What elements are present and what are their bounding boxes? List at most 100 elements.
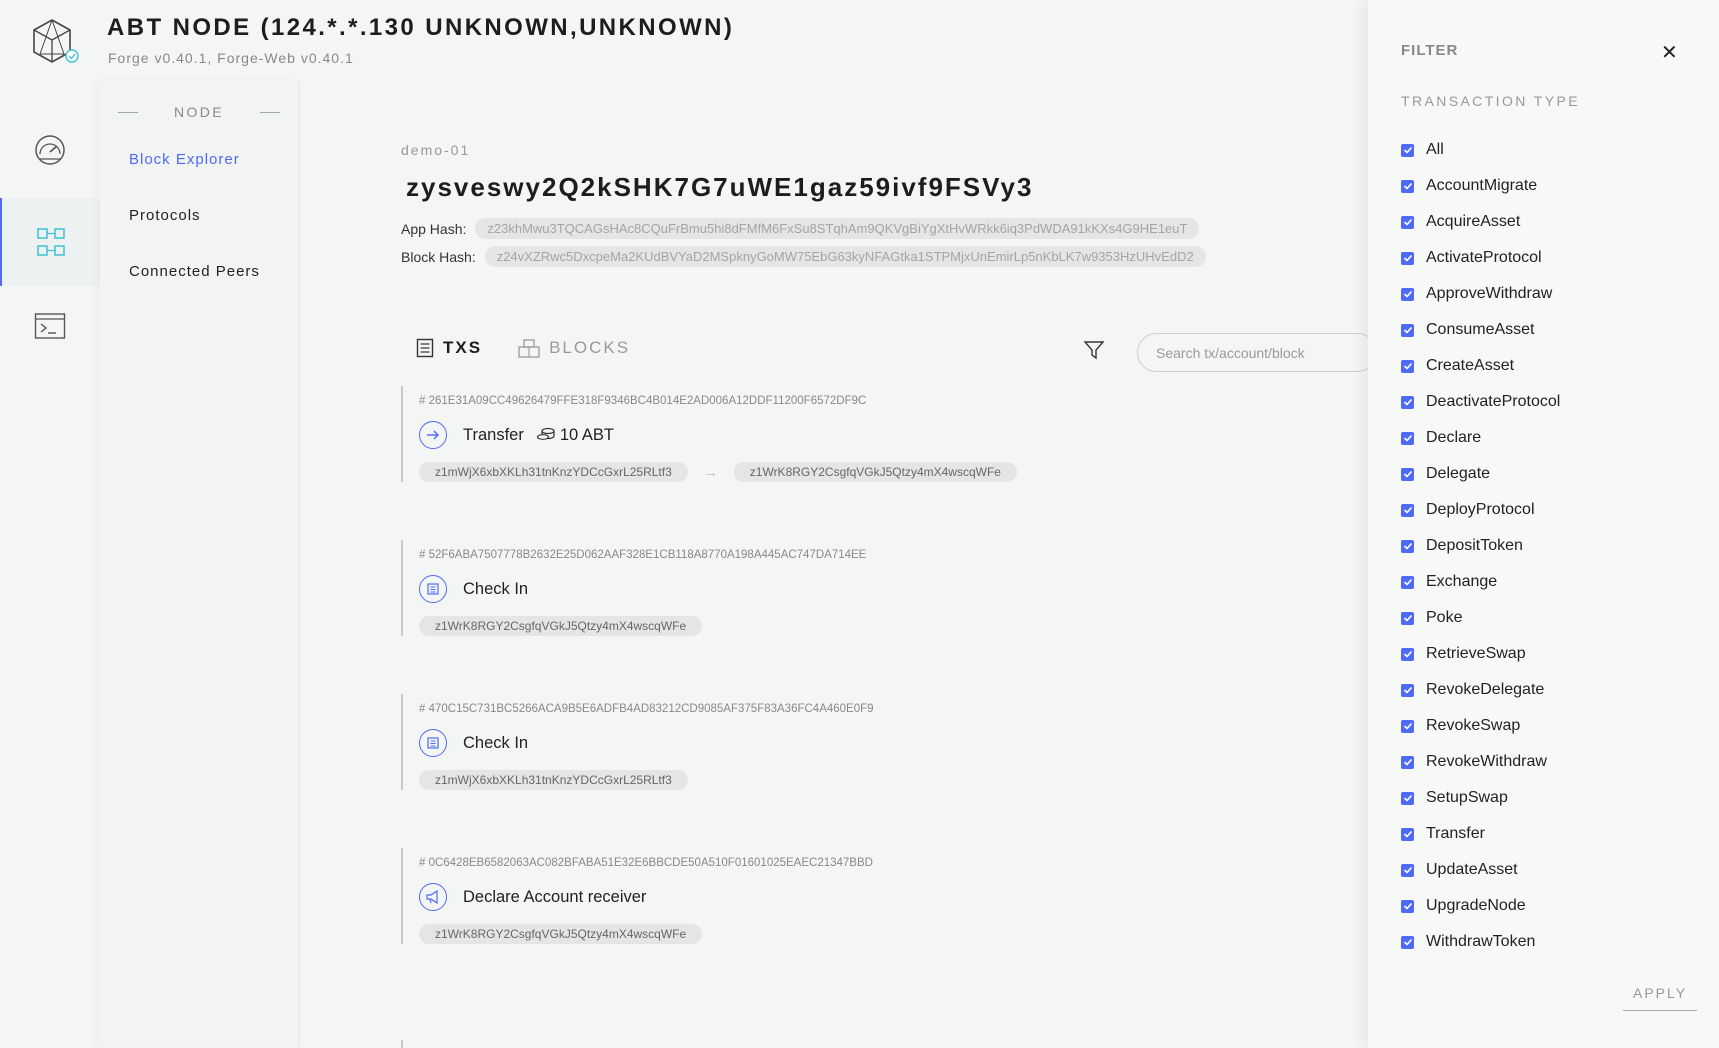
sidebar-item-protocols[interactable]: Protocols: [129, 207, 201, 224]
checkbox[interactable]: [1401, 935, 1414, 949]
filter-option-revokeswap[interactable]: RevokeSwap: [1401, 717, 1520, 735]
tx-from-address[interactable]: z1WrK8RGY2CsgfqVGkJ5Qtzy4mX4wscqWFe: [419, 924, 703, 944]
list-item[interactable]: # 0C6428EB6582063AC082BFABA51E32E6BBCDE5…: [401, 848, 1321, 944]
tx-type: Declare Account receiver: [463, 887, 647, 906]
checkbox[interactable]: [1401, 647, 1414, 661]
checkin-icon: [419, 575, 447, 603]
sidebar-item-block-explorer[interactable]: Block Explorer: [129, 151, 240, 168]
filter-option-label: DepositToken: [1426, 537, 1523, 554]
filter-option-retrieveswap[interactable]: RetrieveSwap: [1401, 645, 1526, 663]
checkbox[interactable]: [1401, 467, 1414, 481]
filter-option-label: AcquireAsset: [1426, 213, 1521, 230]
checkbox[interactable]: [1401, 323, 1414, 337]
filter-option-label: Transfer: [1426, 825, 1485, 842]
filter-option-revokewithdraw[interactable]: RevokeWithdraw: [1401, 753, 1547, 771]
filter-option-label: AccountMigrate: [1426, 177, 1538, 194]
checkbox[interactable]: [1401, 899, 1414, 913]
list-item[interactable]: # 261E31A09CC49626479FFE318F9346BC4B014E…: [401, 386, 1321, 482]
checkbox[interactable]: [1401, 215, 1414, 229]
filter-option-consumeasset[interactable]: ConsumeAsset: [1401, 321, 1535, 339]
checkbox[interactable]: [1401, 683, 1414, 697]
abt-logo-icon[interactable]: [30, 16, 82, 68]
filter-button[interactable]: [1083, 340, 1105, 365]
tx-from-address[interactable]: z1WrK8RGY2CsgfqVGkJ5Qtzy4mX4wscqWFe: [419, 616, 703, 636]
apply-button[interactable]: APPLY: [1623, 985, 1698, 1011]
rail-item-node[interactable]: [0, 198, 100, 286]
filter-option-revokedelegate[interactable]: RevokeDelegate: [1401, 681, 1544, 699]
checkin-icon: [419, 729, 447, 757]
tx-amount: 10 ABT: [536, 426, 614, 445]
filter-option-upgradenode[interactable]: UpgradeNode: [1401, 897, 1526, 915]
node-id: zysveswy2Q2kSHK7G7uWE1gaz59ivf9FSVy3: [406, 172, 1034, 202]
checkbox[interactable]: [1401, 719, 1414, 733]
tab-blocks[interactable]: BLOCKS: [518, 338, 630, 358]
checkbox[interactable]: [1401, 251, 1414, 265]
checkbox[interactable]: [1401, 359, 1414, 373]
filter-option-deposittoken[interactable]: DepositToken: [1401, 537, 1523, 555]
app-hash-label: App Hash:: [401, 220, 467, 237]
filter-option-accountmigrate[interactable]: AccountMigrate: [1401, 177, 1537, 195]
list-item: [401, 1040, 1321, 1048]
rail-item-dashboard[interactable]: [0, 106, 100, 194]
filter-option-all[interactable]: All: [1401, 141, 1444, 159]
tx-type: Check In: [463, 733, 529, 752]
filter-option-createasset[interactable]: CreateAsset: [1401, 357, 1514, 375]
checkbox[interactable]: [1401, 143, 1414, 157]
explorer-tabs: TXS BLOCKS: [416, 338, 666, 358]
tab-txs[interactable]: TXS: [416, 338, 482, 358]
checkbox[interactable]: [1401, 611, 1414, 625]
filter-option-poke[interactable]: Poke: [1401, 609, 1462, 627]
search-input[interactable]: [1137, 333, 1377, 372]
checkbox[interactable]: [1401, 575, 1414, 589]
list-item[interactable]: # 52F6ABA7507778B2632E25D062AAF328E1CB11…: [401, 540, 1321, 636]
rail-item-terminal[interactable]: [0, 282, 100, 370]
filter-option-deployprotocol[interactable]: DeployProtocol: [1401, 501, 1535, 519]
filter-option-approvewithdraw[interactable]: ApproveWithdraw: [1401, 285, 1552, 303]
megaphone-icon: [419, 883, 447, 911]
checkbox[interactable]: [1401, 287, 1414, 301]
checkbox[interactable]: [1401, 539, 1414, 553]
filter-option-label: Exchange: [1426, 573, 1498, 590]
checkbox[interactable]: [1401, 863, 1414, 877]
filter-option-deactivateprotocol[interactable]: DeactivateProtocol: [1401, 393, 1560, 411]
filter-option-transfer[interactable]: Transfer: [1401, 825, 1485, 843]
checkbox[interactable]: [1401, 179, 1414, 193]
list-item[interactable]: # 470C15C731BC5266ACA9B5E6ADFB4AD83212CD…: [401, 694, 1321, 790]
transfer-arrow-icon: [419, 421, 447, 449]
filter-option-label: CreateAsset: [1426, 357, 1515, 374]
filter-option-label: RetrieveSwap: [1426, 645, 1526, 662]
checkbox[interactable]: [1401, 431, 1414, 445]
filter-option-exchange[interactable]: Exchange: [1401, 573, 1497, 591]
checkbox[interactable]: [1401, 503, 1414, 517]
tab-blocks-label: BLOCKS: [549, 338, 631, 357]
divider: [260, 111, 280, 113]
filter-section-label: TRANSACTION TYPE: [1401, 93, 1580, 109]
checkbox[interactable]: [1401, 791, 1414, 805]
list-document-icon: [416, 338, 434, 358]
tx-type: Check In: [463, 579, 529, 598]
tx-from-address[interactable]: z1mWjX6xbXKLh31tnKnzYDCcGxrL25RLtf3: [419, 770, 688, 790]
filter-option-withdrawtoken[interactable]: WithdrawToken: [1401, 933, 1535, 951]
checkbox[interactable]: [1401, 755, 1414, 769]
checkbox[interactable]: [1401, 395, 1414, 409]
tx-type: Transfer: [463, 425, 524, 444]
terminal-icon: [34, 313, 66, 339]
filter-title: FILTER: [1401, 42, 1459, 59]
filter-option-delegate[interactable]: Delegate: [1401, 465, 1490, 483]
filter-option-updateasset[interactable]: UpdateAsset: [1401, 861, 1518, 879]
tx-to-address[interactable]: z1WrK8RGY2CsgfqVGkJ5Qtzy4mX4wscqWFe: [733, 462, 1017, 482]
filter-option-activateprotocol[interactable]: ActivateProtocol: [1401, 249, 1542, 267]
filter-option-label: Poke: [1426, 609, 1463, 626]
close-icon[interactable]: ✕: [1661, 40, 1678, 65]
block-hash-label: Block Hash:: [401, 248, 476, 265]
tx-hash: # 470C15C731BC5266ACA9B5E6ADFB4AD83212CD…: [419, 703, 874, 715]
tx-amount-value: 10 ABT: [559, 425, 614, 444]
sidebar-heading: NODE: [118, 104, 280, 120]
filter-option-setupswap[interactable]: SetupSwap: [1401, 789, 1508, 807]
tx-from-address[interactable]: z1mWjX6xbXKLh31tnKnzYDCcGxrL25RLtf3: [419, 462, 688, 482]
filter-option-declare[interactable]: Declare: [1401, 429, 1481, 447]
filter-option-acquireasset[interactable]: AcquireAsset: [1401, 213, 1520, 231]
sidebar-item-connected-peers[interactable]: Connected Peers: [129, 263, 260, 280]
filter-option-label: All: [1426, 141, 1444, 158]
checkbox[interactable]: [1401, 827, 1414, 841]
